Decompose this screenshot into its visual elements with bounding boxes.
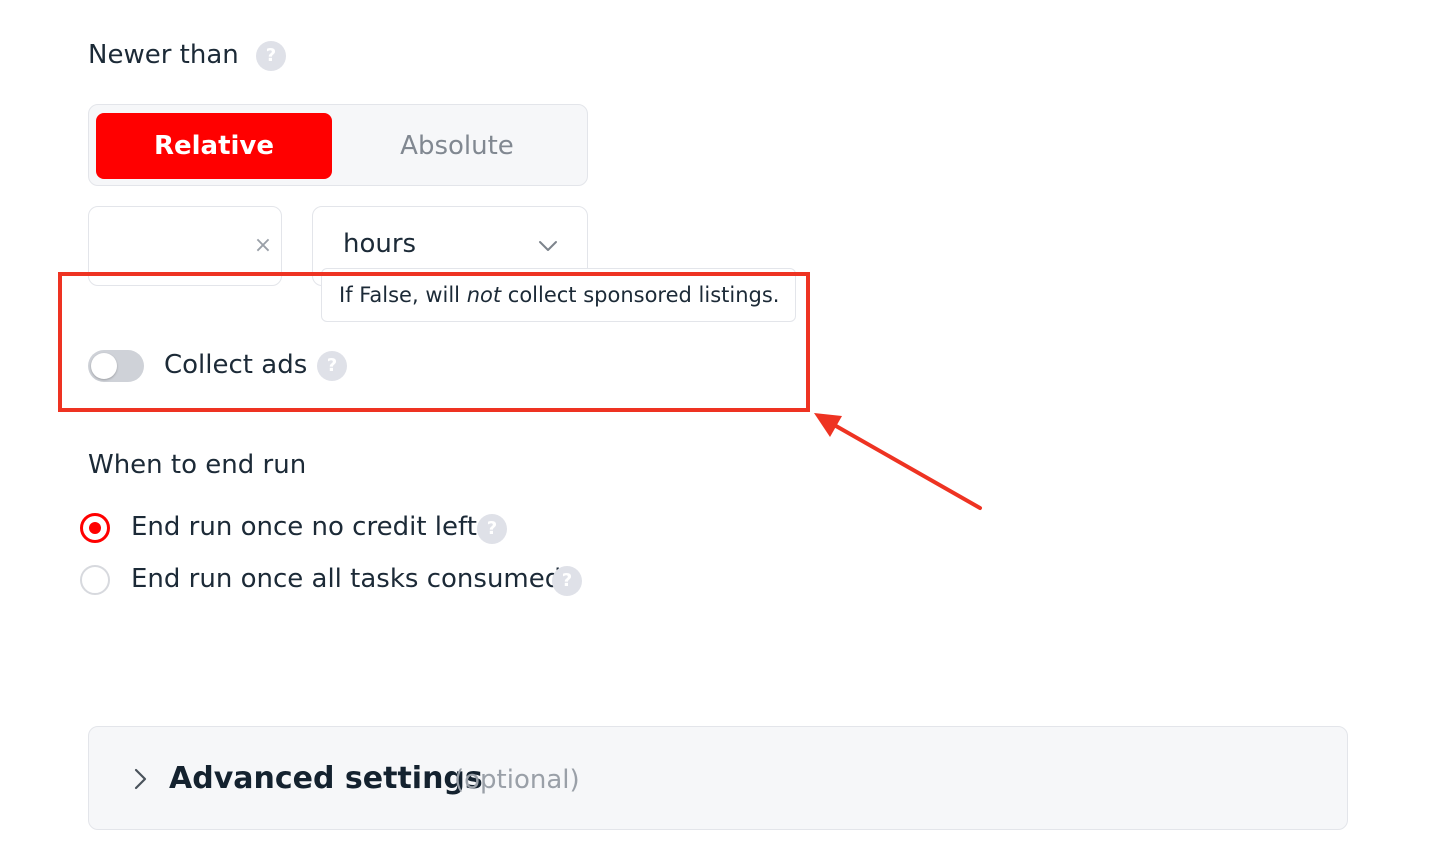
annotation-highlight-box: [58, 272, 810, 412]
question-mark-icon[interactable]: ?: [477, 514, 507, 544]
clear-icon[interactable]: ×: [251, 231, 275, 261]
advanced-settings-optional: (optional): [454, 765, 580, 795]
radio-no-credit-left[interactable]: [80, 513, 110, 543]
end-run-title: When to end run: [88, 450, 307, 480]
radio-label-no-credit-left: End run once no credit left: [131, 512, 477, 542]
radio-label-all-tasks-consumed: End run once all tasks consumed: [131, 564, 562, 594]
relative-button[interactable]: Relative: [96, 113, 332, 179]
chevron-down-icon: [539, 241, 557, 251]
chevron-right-icon: [134, 768, 147, 790]
advanced-settings-panel[interactable]: Advanced settings (optional): [88, 726, 1348, 830]
question-mark-icon[interactable]: ?: [552, 566, 582, 596]
time-unit-value: hours: [343, 229, 417, 259]
radio-all-tasks-consumed[interactable]: [80, 565, 110, 595]
newer-than-title: Newer than: [88, 40, 239, 70]
relative-absolute-segmented-control: Relative Absolute: [88, 104, 588, 186]
actor-input-form: Newer than ? Relative Absolute × hours I…: [0, 0, 1452, 856]
advanced-settings-title: Advanced settings: [169, 761, 483, 796]
question-mark-icon[interactable]: ?: [256, 41, 286, 71]
absolute-button[interactable]: Absolute: [333, 113, 581, 179]
